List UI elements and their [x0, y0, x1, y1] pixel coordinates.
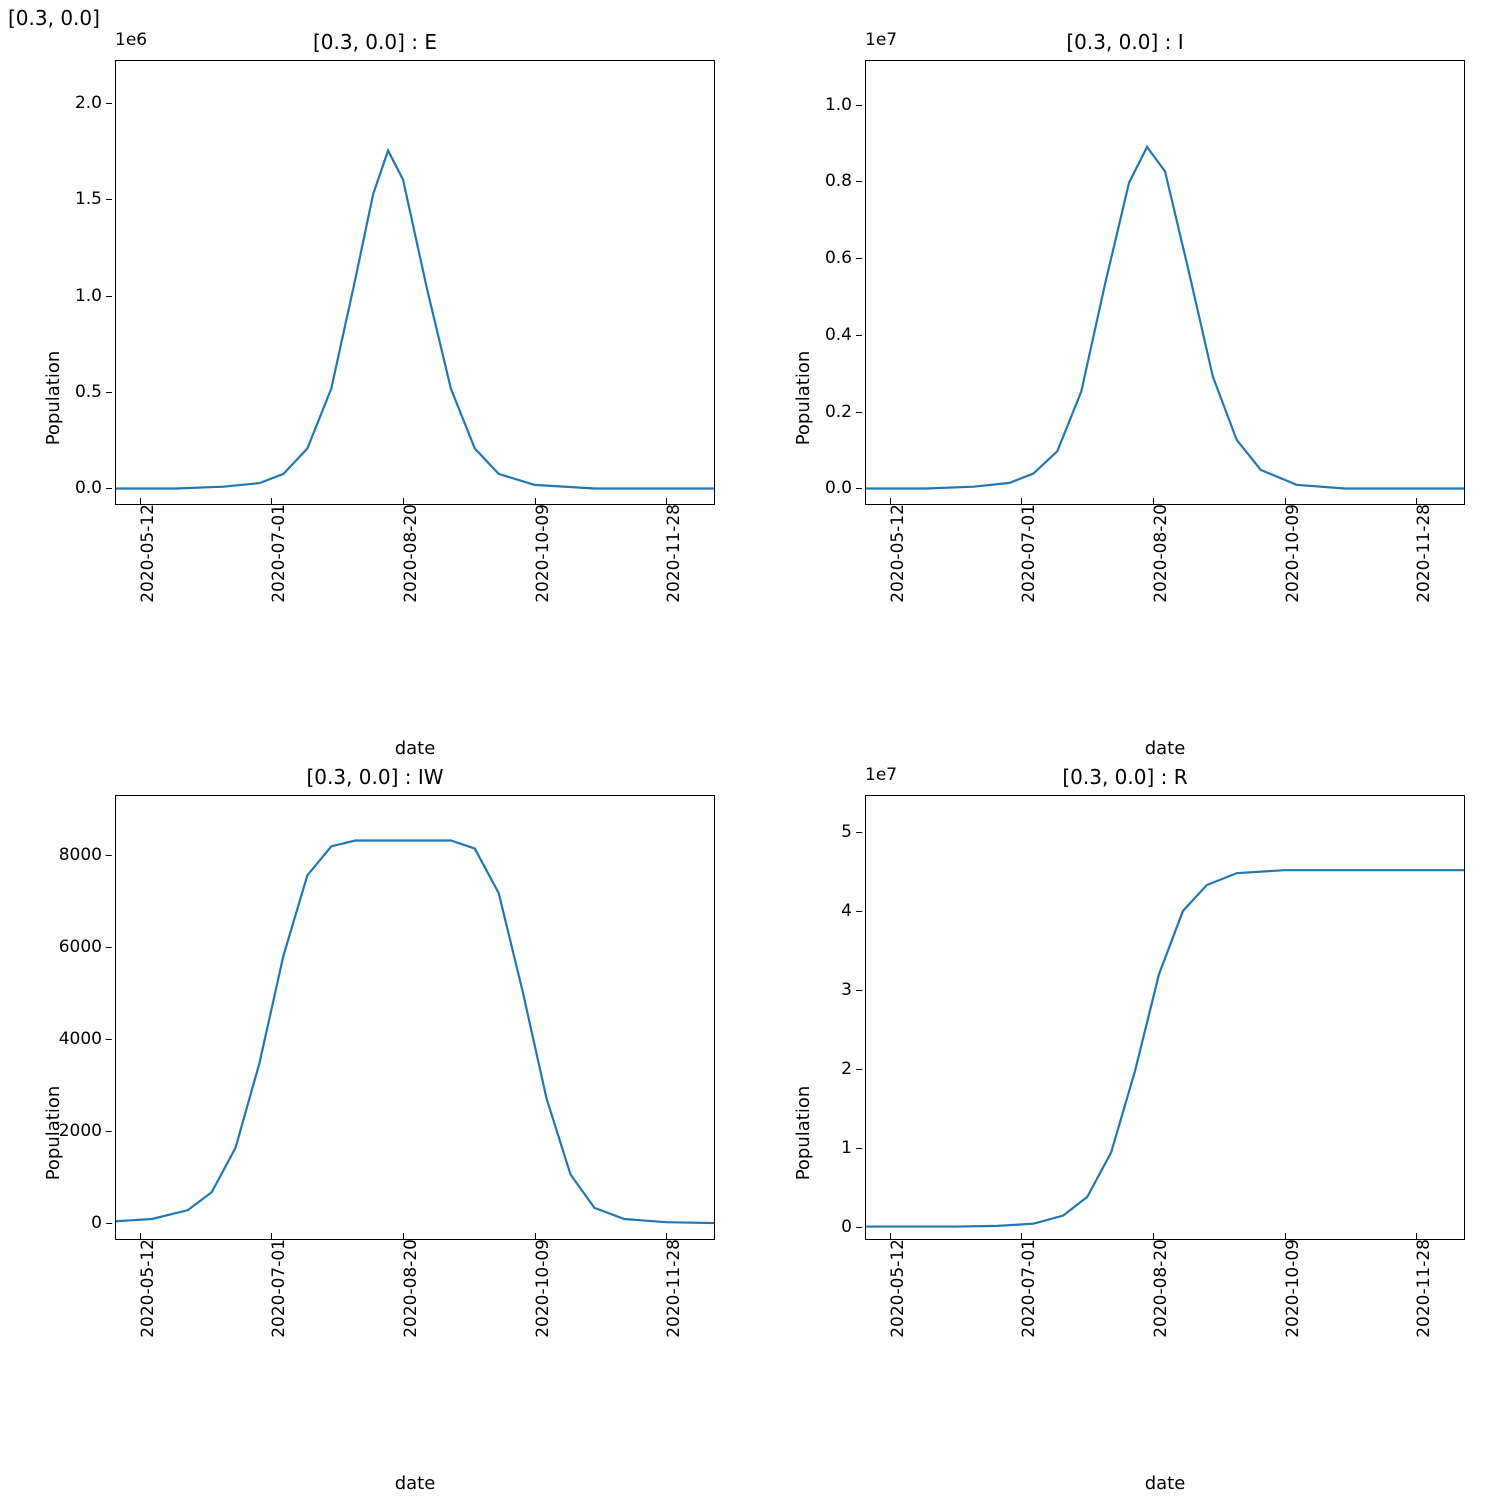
axis-offset-text: 1e6 [115, 30, 147, 50]
x-axis-label: date [115, 738, 715, 759]
y-tick: 0.6 [825, 248, 866, 268]
y-tick: 0.5 [75, 382, 116, 402]
y-tick: 1.0 [825, 95, 866, 115]
y-tick: 0 [841, 1217, 866, 1237]
series-line [866, 796, 1464, 1239]
y-tick: 2000 [59, 1121, 116, 1141]
y-tick: 2 [841, 1059, 866, 1079]
x-axis-label: date [115, 1473, 715, 1494]
y-tick: 1.0 [75, 286, 116, 306]
axis-offset-text: 1e7 [865, 765, 897, 785]
y-axis-label: Population [43, 350, 64, 445]
y-tick: 6000 [59, 937, 116, 957]
subplot-I: [0.3, 0.0] : I1e7Population0.00.20.40.60… [750, 30, 1500, 765]
plot-title: [0.3, 0.0] : I [750, 30, 1500, 54]
axes: 0.00.51.01.52.02020-05-122020-07-012020-… [115, 60, 715, 505]
y-tick: 5 [841, 822, 866, 842]
x-axis-label: date [865, 738, 1465, 759]
axes: 0123452020-05-122020-07-012020-08-202020… [865, 795, 1465, 1240]
y-tick: 4 [841, 901, 866, 921]
y-tick: 0.0 [825, 478, 866, 498]
plot-grid: [0.3, 0.0] : E1e6Population0.00.51.01.52… [0, 30, 1500, 1500]
plot-title: [0.3, 0.0] : R [750, 765, 1500, 789]
y-tick: 0.4 [825, 325, 866, 345]
series-line [116, 796, 714, 1239]
y-tick: 2.0 [75, 93, 116, 113]
subplot-R: [0.3, 0.0] : R1e7 Population 0123452020-05… [750, 765, 1500, 1500]
y-tick: 0 [91, 1213, 116, 1233]
y-axis-label: Population [793, 1085, 814, 1180]
series-line [866, 61, 1464, 504]
y-tick: 3 [841, 980, 866, 1000]
axes: 0.00.20.40.60.81.02020-05-122020-07-0120… [865, 60, 1465, 505]
y-axis-label: Population [793, 350, 814, 445]
y-tick: 4000 [59, 1029, 116, 1049]
axes: 020004000600080002020-05-122020-07-01202… [115, 795, 715, 1240]
plot-title: [0.3, 0.0] : IW [0, 765, 750, 789]
figure-suptitle: [0.3, 0.0] [8, 6, 100, 30]
series-line [116, 61, 714, 504]
axis-offset-text: 1e7 [865, 30, 897, 50]
subplot-IW: [0.3, 0.0] : IWPopulation020004000600080… [0, 765, 750, 1500]
plot-title: [0.3, 0.0] : E [0, 30, 750, 54]
y-tick: 0.0 [75, 478, 116, 498]
x-axis-label: date [865, 1473, 1465, 1494]
subplot-E: [0.3, 0.0] : E1e6Population0.00.51.01.52… [0, 30, 750, 765]
y-tick: 8000 [59, 845, 116, 865]
y-tick: 0.2 [825, 402, 866, 422]
y-tick: 1 [841, 1138, 866, 1158]
y-tick: 0.8 [825, 171, 866, 191]
y-tick: 1.5 [75, 189, 116, 209]
